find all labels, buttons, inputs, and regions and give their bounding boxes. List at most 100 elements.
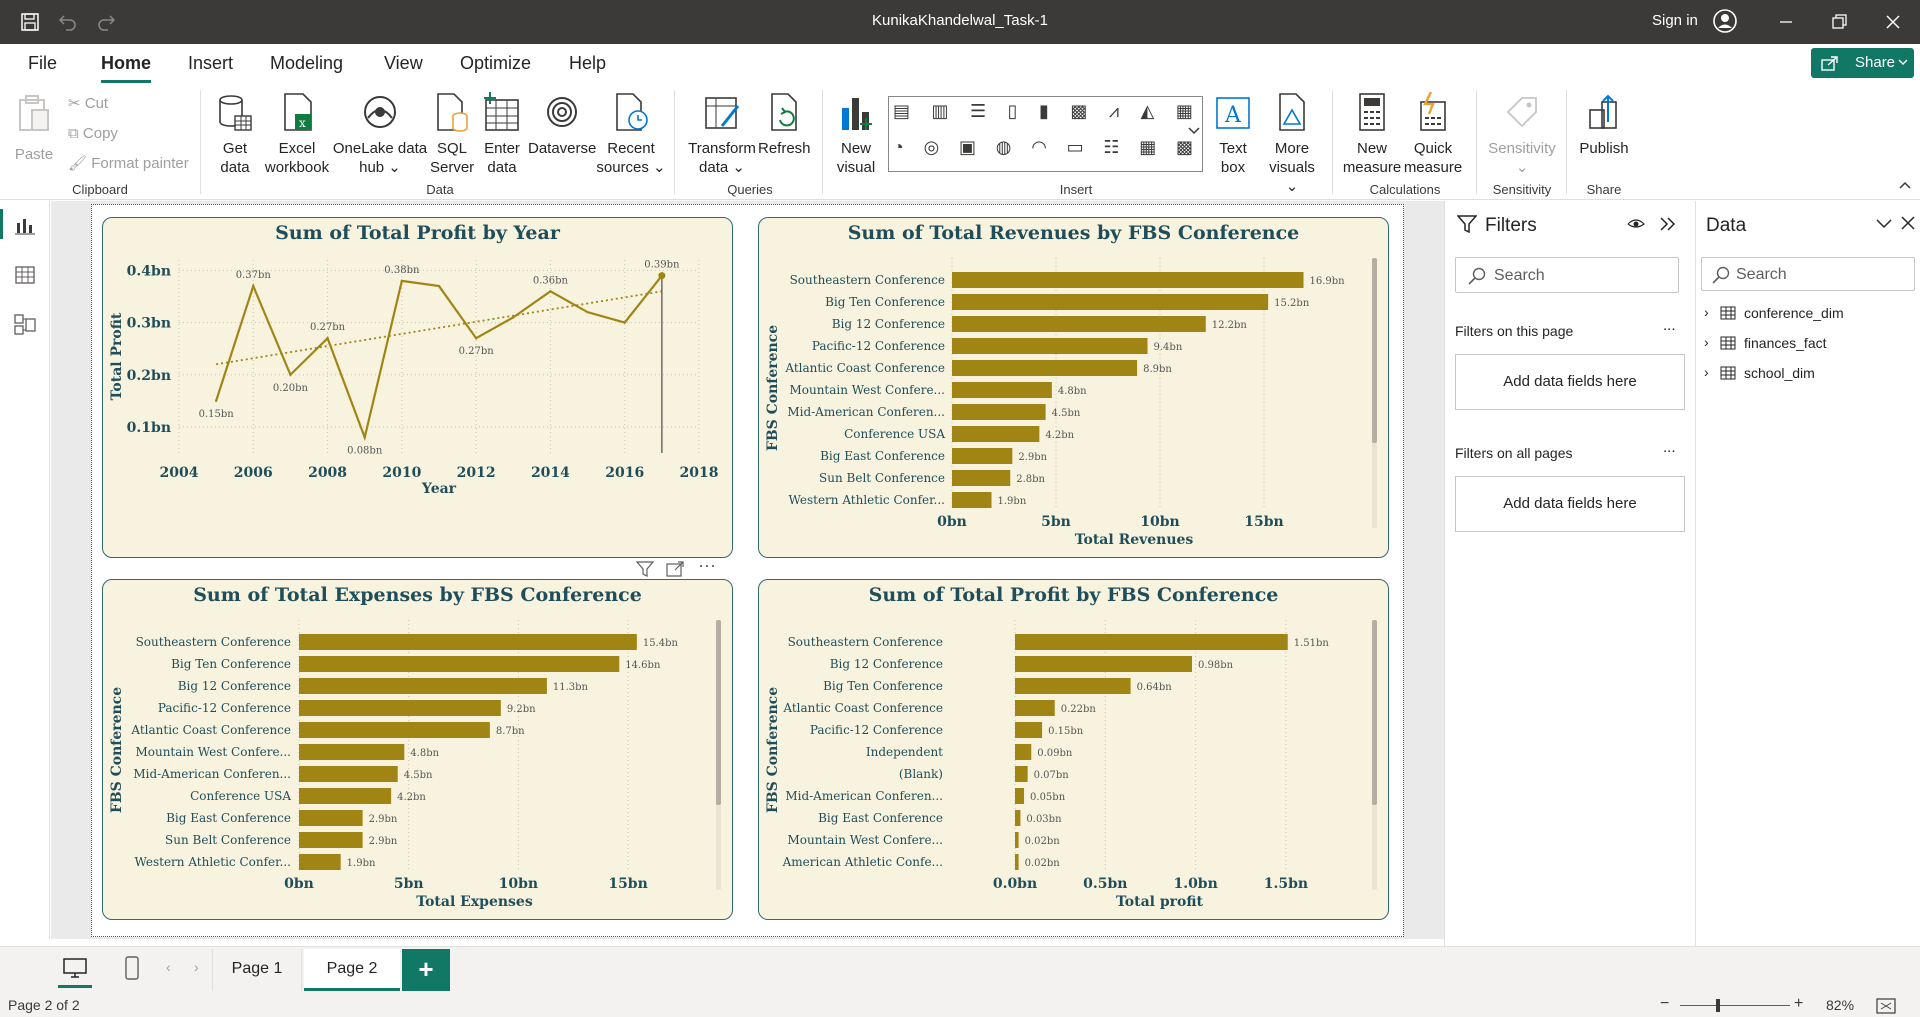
more-visuals-button[interactable]: More visuals ⌄	[1262, 92, 1322, 196]
cut-button[interactable]: ✂ Cut	[68, 94, 108, 113]
paste-button[interactable]: Paste	[14, 94, 54, 164]
table-icon	[1720, 366, 1736, 380]
share-button[interactable]: Share	[1811, 48, 1914, 78]
matrix-icon[interactable]: ▩	[1176, 137, 1193, 167]
copy-button[interactable]: ⧉ Copy	[68, 124, 118, 143]
tab-modeling[interactable]: Modeling	[270, 53, 343, 74]
previous-page-icon[interactable]: ‹	[166, 959, 171, 975]
close-icon[interactable]	[1883, 12, 1903, 32]
zoom-slider-thumb[interactable]	[1716, 999, 1720, 1012]
text-box-button[interactable]: A Text box	[1208, 92, 1258, 177]
format-painter-button[interactable]: 🖌 Format painter	[68, 154, 189, 173]
chevron-down-icon[interactable]	[1876, 219, 1892, 229]
page-tab-2[interactable]: Page 2	[304, 949, 400, 991]
data-label: 12.2bn	[1212, 320, 1248, 331]
close-icon[interactable]	[1900, 215, 1916, 231]
all-pages-filters-dropzone[interactable]: Add data fields here	[1455, 476, 1685, 532]
tab-help[interactable]: Help	[569, 53, 606, 74]
table-icon[interactable]: ▦	[1139, 137, 1156, 167]
new-visual-button[interactable]: New visual	[832, 92, 880, 177]
sql-server-button[interactable]: SQL Server	[430, 92, 474, 177]
visualizations-gallery[interactable]: ▤ ▥ ☰ ▯ ▮ ▩ ⩘ ◭ ▦ ◔ ◎ ▣ ◍ ◠ ▭ ☷ ▦ ▩	[888, 96, 1203, 172]
zoom-out-icon[interactable]: −	[1660, 995, 1669, 1013]
recent-sources-button[interactable]: Recent sources ⌄	[596, 92, 666, 177]
quick-measure-button[interactable]: Quick measure	[1402, 91, 1464, 177]
line-chart-visual[interactable]: Sum of Total Profit by Year 0.1bn 0.2bn 0.…	[102, 217, 733, 558]
data-label: 0.08bn	[347, 445, 383, 456]
card-icon[interactable]: ▭	[1067, 137, 1084, 167]
enter-data-button[interactable]: Enter data	[480, 92, 524, 177]
page-filters-dropzone[interactable]: Add data fields here	[1455, 354, 1685, 410]
tab-optimize[interactable]: Optimize	[460, 53, 531, 74]
pie-chart-icon[interactable]: ◔	[893, 137, 904, 167]
dataverse-button[interactable]: Dataverse	[528, 92, 596, 158]
collapse-ribbon-icon[interactable]	[1898, 180, 1912, 190]
more-options-icon[interactable]: ...	[1663, 317, 1676, 334]
filter-icon[interactable]	[636, 561, 654, 577]
recent-sources-icon	[616, 93, 648, 131]
donut-chart-icon[interactable]: ◎	[924, 137, 940, 167]
map-icon[interactable]: ◍	[996, 137, 1012, 167]
collapse-pane-icon[interactable]	[1659, 216, 1677, 232]
eye-icon[interactable]	[1627, 217, 1645, 231]
page-tabs-bar: ‹ › Page 1 Page 2 +	[0, 946, 1920, 994]
mobile-layout-icon[interactable]	[124, 956, 140, 980]
revenues-bar-chart-visual[interactable]: Sum of Total Revenues by FBS Conference …	[758, 217, 1389, 558]
x-tick-label: 15bn	[608, 876, 647, 892]
zoom-in-icon[interactable]: +	[1794, 995, 1803, 1013]
user-avatar-icon[interactable]	[1713, 9, 1737, 33]
next-page-icon[interactable]: ›	[194, 959, 199, 975]
zoom-slider-track[interactable]	[1680, 1005, 1790, 1006]
onelake-button[interactable]: OneLake data hub ⌄	[332, 92, 428, 177]
treemap-icon[interactable]: ▣	[959, 137, 976, 167]
bar	[299, 788, 392, 804]
report-view-icon[interactable]	[14, 215, 36, 235]
stacked-bar-chart-icon[interactable]: ▤	[893, 101, 910, 131]
focus-mode-icon[interactable]	[666, 561, 684, 577]
more-visuals-icon	[1279, 93, 1305, 131]
tab-home[interactable]: Home	[101, 53, 151, 74]
slicer-icon[interactable]: ☷	[1103, 137, 1119, 167]
more-options-icon[interactable]: ...	[1663, 439, 1676, 456]
line-chart-icon[interactable]: ⩘	[1109, 101, 1119, 131]
transform-data-button[interactable]: Transform data ⌄	[686, 92, 758, 177]
column-100-chart-icon[interactable]: ▮	[1039, 101, 1049, 131]
desktop-layout-icon[interactable]	[62, 957, 88, 979]
data-search-input[interactable]: Search	[1701, 257, 1915, 291]
combo-chart-icon[interactable]: ▩	[1070, 101, 1087, 131]
stacked-column-chart-icon[interactable]: ▥	[932, 101, 949, 131]
sign-in-link[interactable]: Sign in	[1652, 12, 1698, 29]
excel-workbook-button[interactable]: x Excel workbook	[262, 92, 332, 177]
gallery-expand-icon[interactable]	[1188, 126, 1200, 136]
fit-to-page-icon[interactable]	[1876, 998, 1896, 1014]
clustered-column-chart-icon[interactable]: ▯	[1008, 101, 1018, 131]
profit-bar-chart-visual[interactable]: Sum of Total Profit by FBS Conference 0.…	[758, 579, 1389, 920]
publish-button[interactable]: Publish	[1574, 92, 1634, 158]
restore-icon[interactable]	[1829, 12, 1849, 32]
model-view-icon[interactable]	[14, 313, 36, 335]
table-view-icon[interactable]	[14, 265, 36, 285]
more-options-icon[interactable]: ···	[698, 555, 716, 576]
new-measure-button[interactable]: New measure	[1342, 92, 1402, 177]
add-page-button[interactable]: +	[402, 949, 450, 991]
clustered-bar-chart-icon[interactable]: ☰	[970, 101, 986, 131]
chevron-down-icon: ⌄	[1515, 159, 1529, 176]
page-tab-1[interactable]: Page 1	[212, 949, 302, 991]
tab-insert[interactable]: Insert	[188, 53, 233, 74]
data-search-placeholder: Search	[1736, 266, 1787, 283]
tab-view[interactable]: View	[384, 53, 423, 74]
sensitivity-button[interactable]: Sensitivity ⌄	[1482, 92, 1562, 177]
search-icon	[1712, 266, 1730, 284]
tab-file[interactable]: File	[28, 53, 57, 74]
data-point	[214, 399, 218, 403]
get-data-button[interactable]: Get data	[212, 92, 258, 177]
bar	[1015, 678, 1131, 694]
gauge-icon[interactable]: ◠	[1031, 137, 1047, 167]
bar	[1015, 744, 1032, 760]
area-chart-icon[interactable]: ◭	[1141, 101, 1155, 131]
refresh-button[interactable]: Refresh	[758, 92, 811, 158]
minimize-icon[interactable]	[1776, 12, 1796, 32]
filters-search-input[interactable]: Search	[1455, 257, 1679, 293]
transform-data-icon	[705, 97, 740, 129]
expenses-bar-chart-visual[interactable]: Sum of Total Expenses by FBS Conference …	[102, 579, 733, 920]
